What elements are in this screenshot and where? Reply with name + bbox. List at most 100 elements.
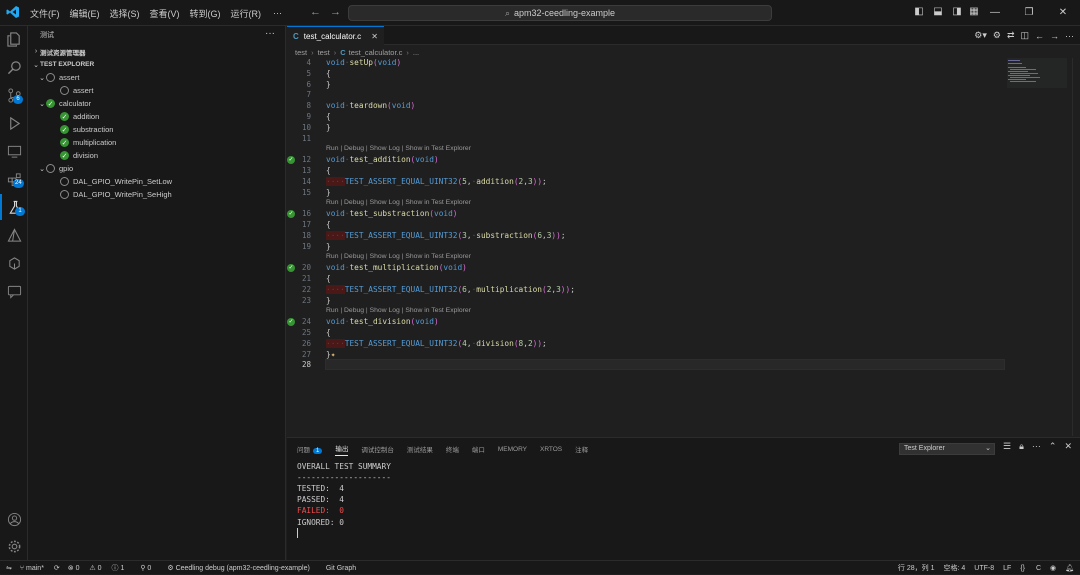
menu-item[interactable]: ···	[273, 8, 282, 18]
toggle-sidebar-icon[interactable]: ◧	[913, 5, 925, 19]
problems-status[interactable]: ⊗ 0 ⚠ 0 ⓘ 1	[68, 563, 133, 573]
back-arrow-icon[interactable]: ←	[310, 6, 321, 18]
git-branch[interactable]: ⑂ main* ⟳	[20, 564, 60, 572]
run-debug-dropdown-icon[interactable]: ⚙▾	[974, 30, 987, 41]
remote-explorer-icon[interactable]	[0, 138, 28, 164]
codelens-actions[interactable]: Run | Debug | Show Log | Show in Test Ex…	[326, 307, 471, 314]
panel-tab[interactable]: 调试控制台	[361, 444, 394, 454]
tree-item[interactable]: ⌄ ✓ calculator	[38, 97, 91, 110]
settings-gear-icon[interactable]	[0, 533, 28, 559]
section-test-explorer[interactable]: ⌄ TEST EXPLORER	[32, 58, 94, 71]
maximize-panel-icon[interactable]: ⌃	[1049, 441, 1057, 452]
compare-icon[interactable]: ⇄	[1007, 30, 1015, 41]
notifications-icon[interactable]: 🔔︎	[1065, 564, 1074, 572]
line-ending[interactable]: LF	[1003, 565, 1011, 572]
line-number: 27	[301, 349, 311, 359]
menu-item[interactable]: 文件(F)	[30, 7, 60, 20]
filter-icon[interactable]: ☰	[1003, 441, 1011, 452]
tree-item[interactable]: ⌄ assert	[38, 71, 79, 84]
lock-scroll-icon[interactable]: 🔒︎	[1019, 441, 1024, 452]
menu-item[interactable]: 查看(V)	[150, 7, 180, 20]
panel-tab[interactable]: 终端	[446, 444, 459, 454]
tab-test-calculator[interactable]: C test_calculator.c ✕	[287, 26, 384, 45]
breadcrumb-item[interactable]: ...	[413, 48, 419, 57]
more-actions-icon[interactable]: ···	[1065, 31, 1074, 41]
sidebar-more-icon[interactable]: ···	[265, 28, 275, 39]
indentation[interactable]: 空格: 4	[944, 563, 966, 573]
language-mode[interactable]: {} C	[1020, 565, 1041, 572]
ports-status[interactable]: ⚲ 0	[140, 564, 159, 572]
search-view-icon[interactable]	[0, 54, 28, 80]
chat-icon[interactable]	[0, 278, 28, 304]
go-back-icon[interactable]: ←	[1035, 31, 1044, 41]
forward-arrow-icon[interactable]: →	[330, 6, 341, 18]
tree-item[interactable]: ⌄ gpio	[38, 162, 73, 175]
explorer-icon[interactable]	[0, 26, 28, 52]
breadcrumb-separator-icon: ›	[311, 47, 314, 57]
panel-tab[interactable]: 问题 1	[297, 444, 323, 454]
docker-icon[interactable]	[0, 250, 28, 276]
git-graph[interactable]: Git Graph	[326, 565, 356, 572]
tree-item[interactable]: assert	[52, 84, 93, 97]
breadcrumb-item[interactable]: test	[318, 48, 330, 57]
panel-tab[interactable]: MEMORY	[498, 446, 527, 453]
settings-icon[interactable]: ⚙	[993, 30, 1001, 41]
tree-item[interactable]: ✓ addition	[52, 110, 99, 123]
tree-item[interactable]: DAL_GPIO_WritePin_SetLow	[52, 175, 172, 188]
editor-scrollbar[interactable]	[1072, 58, 1080, 436]
split-editor-icon[interactable]: ◫	[1020, 30, 1029, 41]
panel-tab[interactable]: 注释	[575, 444, 588, 454]
minimap[interactable]	[1007, 58, 1067, 118]
codelens-actions[interactable]: Run | Debug | Show Log | Show in Test Ex…	[326, 199, 471, 206]
code-line: void·teardown(void)	[326, 101, 416, 111]
breadcrumb-item[interactable]: test_calculator.c	[349, 48, 403, 57]
output-source-value: Test Explorer	[904, 445, 945, 452]
tree-item[interactable]: DAL_GPIO_WritePin_SeHigh	[52, 188, 172, 201]
go-forward-icon[interactable]: →	[1050, 31, 1059, 41]
menu-item[interactable]: 转到(G)	[190, 7, 221, 20]
section-test-resources[interactable]: › 测试资源管理器	[32, 45, 86, 58]
sidebar-title: 测试	[40, 32, 54, 39]
minimize-icon[interactable]: —	[978, 0, 1012, 26]
panel-tab[interactable]: 输出	[335, 443, 349, 456]
codelens-actions[interactable]: Run | Debug | Show Log | Show in Test Ex…	[326, 145, 471, 152]
copilot-icon[interactable]: ◉	[1050, 564, 1056, 572]
more-actions-icon[interactable]: ···	[1032, 441, 1041, 452]
toggle-panel-icon[interactable]: ⬓	[932, 5, 944, 19]
tree-item[interactable]: ✓ multiplication	[52, 136, 116, 149]
menu-item[interactable]: 运行(R)	[231, 7, 262, 20]
line-number: 22	[301, 284, 311, 294]
remote-indicator-icon[interactable]: ⇋	[6, 564, 12, 572]
encoding[interactable]: UTF-8	[974, 565, 994, 572]
accounts-icon[interactable]	[0, 506, 28, 532]
c-file-icon: C	[340, 47, 346, 57]
close-tab-icon[interactable]: ✕	[371, 32, 378, 41]
panel-tab[interactable]: 端口	[472, 444, 485, 454]
ai-sparkle-icon[interactable]: ✦	[331, 350, 336, 359]
toggle-secondary-sidebar-icon[interactable]: ◨	[951, 5, 963, 19]
run-debug-icon[interactable]	[0, 110, 28, 136]
extensions-icon[interactable]: 24	[0, 166, 28, 192]
maximize-icon[interactable]: ❐	[1012, 0, 1046, 26]
output-source-select[interactable]: Test Explorer ⌄	[899, 443, 995, 455]
cmake-icon[interactable]	[0, 222, 28, 248]
tree-item[interactable]: ✓ division	[52, 149, 98, 162]
debug-config[interactable]: ⚙ Ceedling debug (apm32-ceedling-example…	[167, 564, 317, 572]
tree-item[interactable]: ✓ substraction	[52, 123, 113, 136]
panel-tab-label: 输出	[335, 445, 349, 453]
breadcrumb-item[interactable]: test	[295, 48, 307, 57]
menu-item[interactable]: 编辑(E)	[70, 7, 100, 20]
panel-tab-label: 端口	[471, 447, 485, 454]
menu-item[interactable]: 选择(S)	[110, 7, 140, 20]
testing-icon[interactable]: 1	[0, 194, 28, 220]
command-center-search[interactable]: ⌕ apm32-ceedling-example	[348, 5, 772, 21]
close-panel-icon[interactable]: ✕	[1064, 441, 1072, 452]
panel-tab[interactable]: XRTOS	[540, 446, 562, 453]
close-icon[interactable]: ✕	[1046, 0, 1080, 26]
cursor-position[interactable]: 行 28，列 1	[898, 563, 935, 573]
code-line: {	[326, 68, 331, 78]
source-control-icon[interactable]: 6	[0, 82, 28, 108]
panel-tab[interactable]: 测试结果	[407, 444, 433, 454]
output-line: TESTED: 4	[297, 484, 344, 493]
codelens-actions[interactable]: Run | Debug | Show Log | Show in Test Ex…	[326, 253, 471, 260]
